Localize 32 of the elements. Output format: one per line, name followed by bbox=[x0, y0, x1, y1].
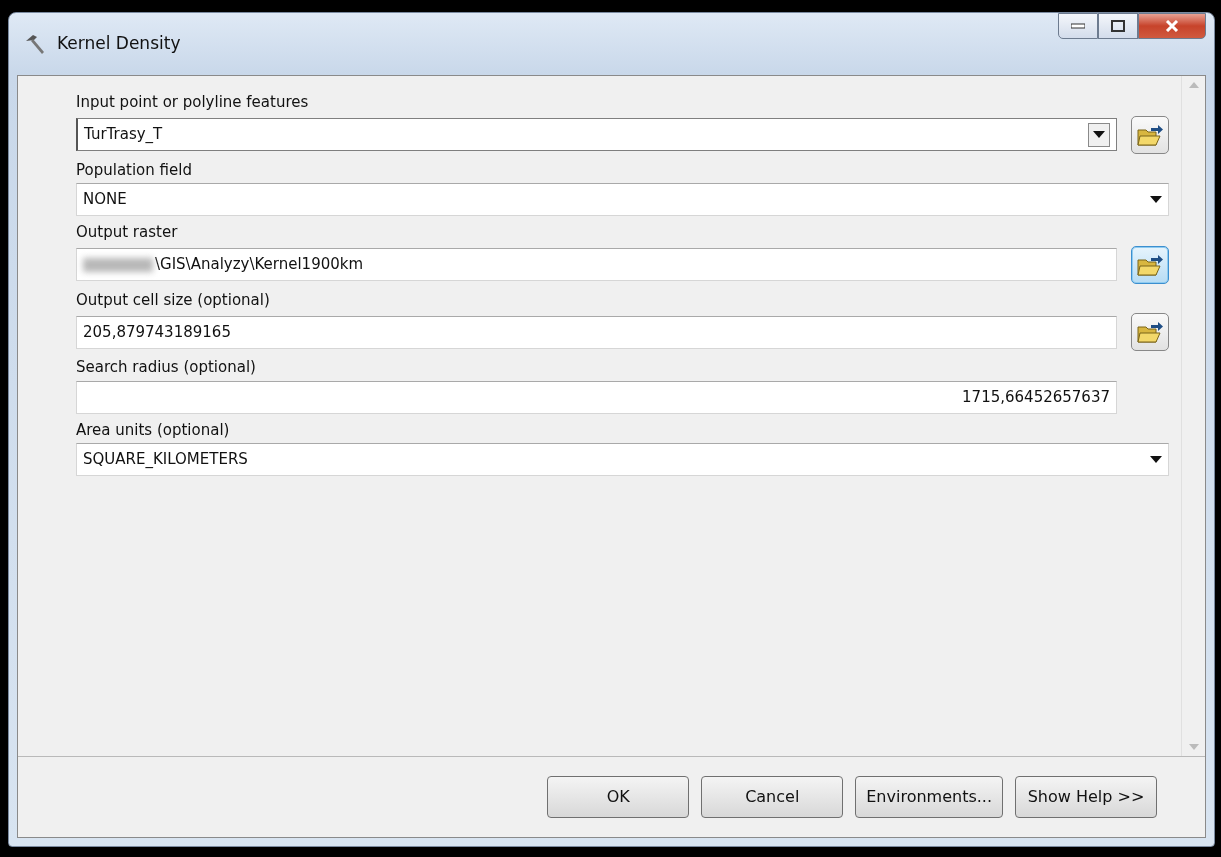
folder-icon bbox=[1136, 319, 1164, 345]
dialog-button[interactable]: OK bbox=[547, 776, 690, 818]
minimize-button[interactable] bbox=[1058, 13, 1098, 39]
field-label: Search radius (optional) bbox=[76, 357, 256, 378]
field-label: Population field bbox=[76, 159, 192, 181]
minimize-icon bbox=[1071, 23, 1085, 29]
dropdown[interactable]: SQUARE_KILOMETERS bbox=[76, 443, 1169, 476]
dropdown[interactable]: TurTrasy_T bbox=[76, 118, 1117, 151]
dialog-button[interactable]: Environments... bbox=[855, 776, 1003, 818]
scroll-up-icon bbox=[1188, 82, 1199, 88]
input-field[interactable]: 205,879743189165 bbox=[76, 315, 1117, 349]
browse-button[interactable] bbox=[1131, 245, 1169, 284]
dropdown-arrow-icon bbox=[1150, 456, 1162, 463]
dropdown-arrow-icon bbox=[1150, 196, 1162, 203]
browse-button[interactable] bbox=[1131, 313, 1169, 351]
field-label: Area units (optional) bbox=[76, 419, 230, 441]
dropdown-arrow-icon bbox=[1093, 131, 1105, 138]
close-icon bbox=[1165, 20, 1179, 32]
input-field[interactable]: 1715,66452657637 bbox=[76, 380, 1117, 414]
close-button[interactable] bbox=[1138, 13, 1206, 39]
dialog-button[interactable]: Cancel bbox=[701, 776, 844, 818]
dialog-button[interactable]: Show Help >> bbox=[1015, 776, 1157, 818]
maximize-icon bbox=[1111, 20, 1125, 32]
scroll-down-icon bbox=[1188, 744, 1199, 750]
maximize-button[interactable] bbox=[1098, 13, 1138, 39]
input-field[interactable]: \GIS\Analyzy\Kernel1900km bbox=[76, 248, 1117, 281]
dropdown[interactable]: NONE bbox=[76, 183, 1169, 216]
browse-button[interactable] bbox=[1131, 115, 1169, 154]
field-label: Output raster bbox=[76, 222, 178, 243]
field-label: Input point or polyline features bbox=[76, 92, 309, 113]
window-title: Kernel Density bbox=[57, 32, 181, 56]
field-label: Output cell size (optional) bbox=[76, 289, 270, 311]
